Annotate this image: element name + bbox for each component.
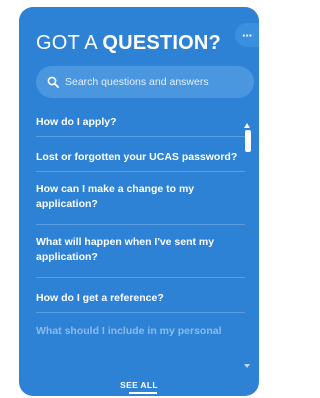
scroll-down-icon[interactable] (244, 364, 250, 368)
scroll-up-icon[interactable] (244, 123, 250, 128)
question-item[interactable]: What will happen when I've sent my appli… (36, 225, 245, 278)
question-item[interactable]: How do I apply? (36, 101, 245, 137)
search-input[interactable] (65, 76, 245, 88)
question-item[interactable]: Lost or forgotten your UCAS password? (36, 137, 245, 172)
question-item[interactable]: How can I make a change to my applicatio… (36, 172, 245, 225)
see-all-underline (129, 392, 157, 394)
scrollbar-thumb[interactable] (245, 130, 251, 152)
title-prefix: GOT A (36, 32, 103, 54)
see-all-link[interactable]: SEE ALL (19, 380, 259, 390)
search-bar[interactable] (36, 66, 254, 98)
title-strong: QUESTION? (102, 32, 221, 54)
ellipsis-icon[interactable]: ··· (235, 23, 259, 47)
question-item[interactable]: What should I include in my personal (36, 313, 245, 343)
question-item[interactable]: How do I get a reference? (36, 278, 245, 313)
widget-title: GOT A QUESTION? (36, 32, 221, 54)
question-list: How do I apply? Lost or forgotten your U… (36, 115, 245, 343)
question-widget: ··· GOT A QUESTION? How do I apply? Lost… (19, 7, 259, 396)
search-icon (47, 76, 59, 88)
